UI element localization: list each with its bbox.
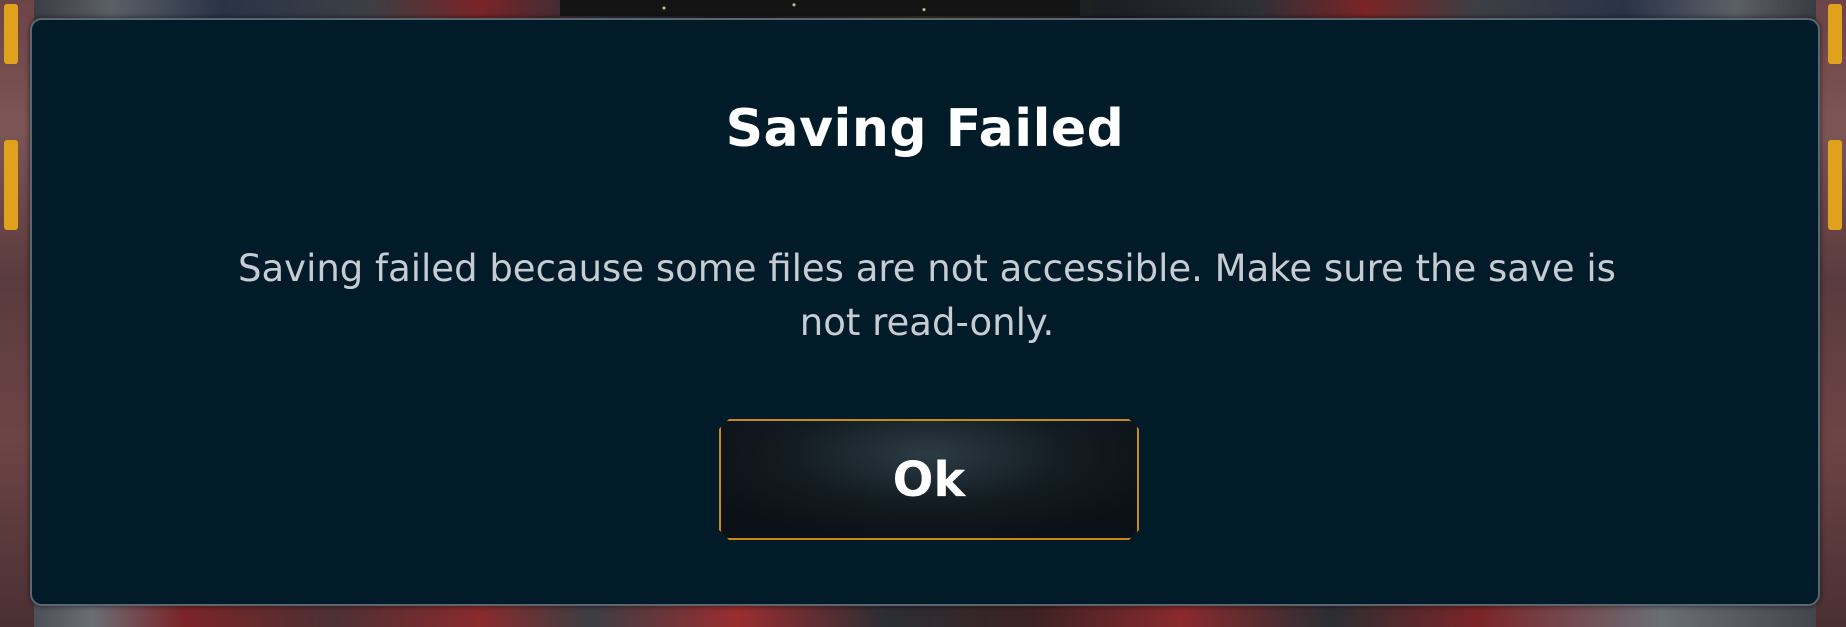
dialog-message: Saving failed because some files are not… — [238, 247, 1616, 344]
save-error-dialog: Saving Failed Saving failed because some… — [30, 18, 1820, 606]
background-starfield — [560, 0, 1080, 16]
hazard-stripe-right-top — [1828, 4, 1842, 64]
hazard-stripe-left — [4, 140, 18, 230]
hazard-stripe-left-top — [4, 4, 18, 64]
background-left-wall — [0, 0, 34, 627]
ok-button[interactable]: Ok — [719, 419, 1139, 540]
dialog-title: Saving Failed — [725, 99, 1125, 159]
hazard-stripe-right — [1828, 140, 1842, 230]
game-background: Saving Failed Saving failed because some… — [0, 0, 1846, 627]
background-right-wall — [1816, 0, 1846, 627]
